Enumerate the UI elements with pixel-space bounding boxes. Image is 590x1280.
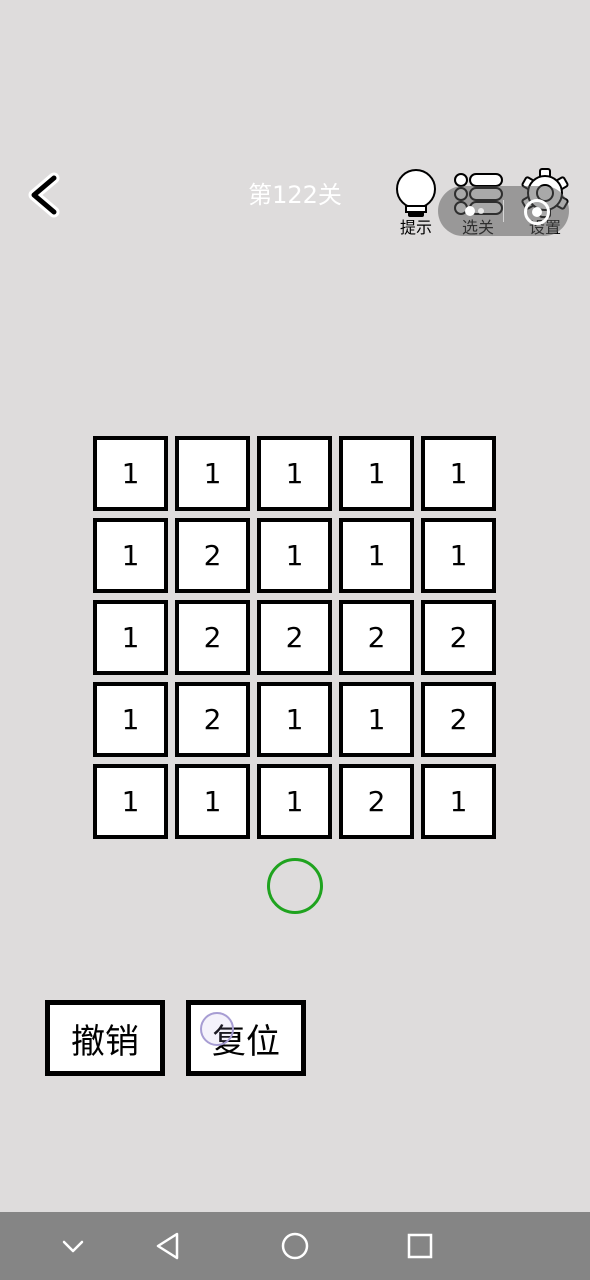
grid-cell[interactable]: 1 bbox=[93, 764, 168, 839]
back-button[interactable] bbox=[24, 172, 68, 218]
undo-button[interactable]: 撤销 bbox=[45, 1000, 165, 1076]
home-circle-icon bbox=[281, 1232, 309, 1260]
grid-cell[interactable]: 2 bbox=[257, 600, 332, 675]
pill-ring-icon bbox=[524, 199, 550, 225]
grid-cell[interactable]: 1 bbox=[175, 436, 250, 511]
grid-cell[interactable]: 2 bbox=[421, 682, 496, 757]
target-ring-indicator bbox=[267, 858, 323, 914]
system-nav-bar bbox=[0, 1212, 590, 1280]
grid-cell[interactable]: 1 bbox=[421, 518, 496, 593]
nav-home-button[interactable] bbox=[273, 1224, 317, 1268]
grid-cell[interactable]: 1 bbox=[175, 764, 250, 839]
pill-dot-icon bbox=[465, 206, 475, 216]
grid-cell[interactable]: 1 bbox=[93, 600, 168, 675]
grid-cell[interactable]: 1 bbox=[421, 436, 496, 511]
grid-cell[interactable]: 1 bbox=[339, 682, 414, 757]
floating-assist-pill[interactable] bbox=[438, 186, 569, 236]
grid-cell[interactable]: 2 bbox=[339, 764, 414, 839]
grid-cell[interactable]: 1 bbox=[257, 518, 332, 593]
reset-button[interactable]: 复位 bbox=[186, 1000, 306, 1076]
hint-label: 提示 bbox=[399, 218, 432, 237]
pill-dot-small-icon bbox=[478, 208, 484, 214]
nav-back-button[interactable] bbox=[146, 1224, 190, 1268]
pill-divider bbox=[503, 200, 504, 222]
recents-square-icon bbox=[407, 1233, 433, 1259]
grid-cell[interactable]: 1 bbox=[93, 682, 168, 757]
grid-cell[interactable]: 2 bbox=[339, 600, 414, 675]
grid-cell[interactable]: 2 bbox=[175, 600, 250, 675]
level-title: 第122关 bbox=[248, 181, 342, 209]
grid-cell[interactable]: 1 bbox=[339, 436, 414, 511]
grid-cell[interactable]: 1 bbox=[257, 764, 332, 839]
grid-cell[interactable]: 2 bbox=[175, 518, 250, 593]
chevron-down-icon bbox=[62, 1240, 84, 1253]
grid-cell[interactable]: 1 bbox=[93, 436, 168, 511]
puzzle-grid: 1111112111122221211211121 bbox=[93, 436, 498, 839]
grid-cell[interactable]: 1 bbox=[339, 518, 414, 593]
hint-button[interactable]: 提示 bbox=[386, 168, 446, 242]
back-chevron-icon bbox=[28, 172, 60, 218]
nav-recents-button[interactable] bbox=[398, 1224, 442, 1268]
grid-cell[interactable]: 1 bbox=[93, 518, 168, 593]
grid-cell[interactable]: 2 bbox=[175, 682, 250, 757]
grid-cell[interactable]: 2 bbox=[421, 600, 496, 675]
grid-cell[interactable]: 1 bbox=[421, 764, 496, 839]
grid-cell[interactable]: 1 bbox=[257, 436, 332, 511]
grid-cell[interactable]: 1 bbox=[257, 682, 332, 757]
lightbulb-icon bbox=[396, 169, 436, 217]
nav-hide-button[interactable] bbox=[51, 1224, 95, 1268]
back-triangle-icon bbox=[156, 1232, 179, 1260]
